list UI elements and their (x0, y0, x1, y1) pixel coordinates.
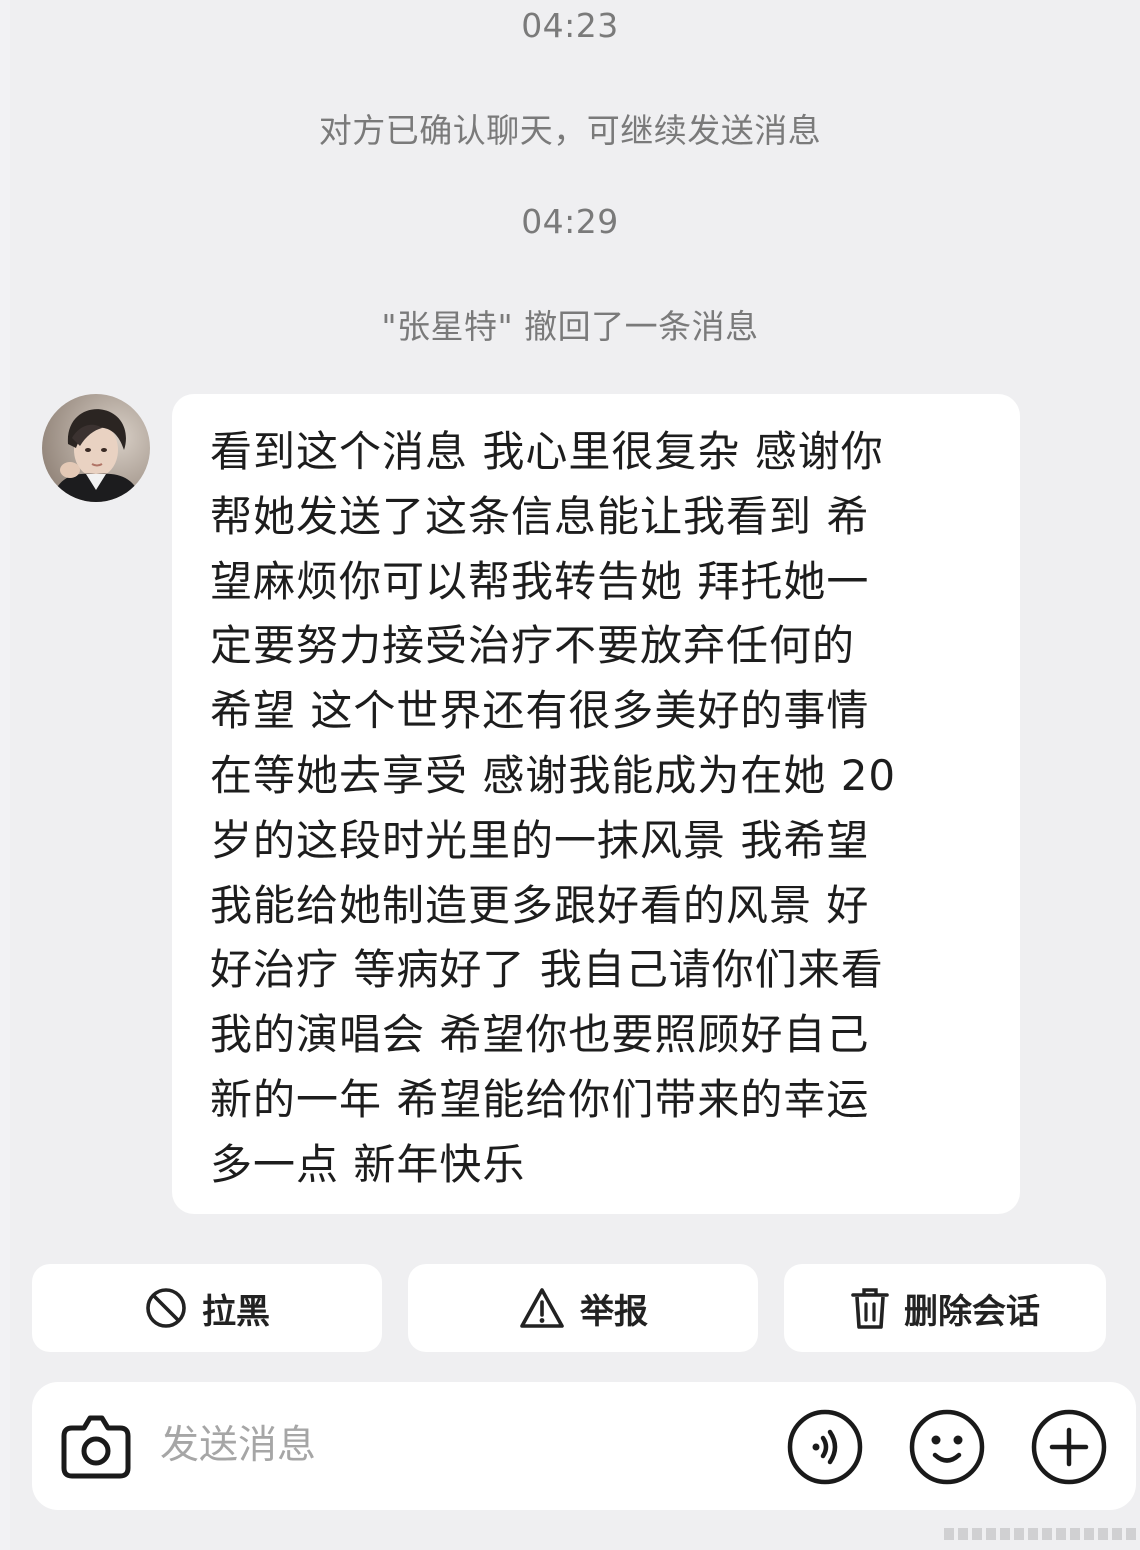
delete-chat-label: 删除会话 (904, 1291, 1040, 1332)
avatar[interactable] (42, 394, 150, 502)
message-bubble[interactable]: 看到这个消息 我心里很复杂 感谢你 帮她发送了这条信息能让我看到 希 望麻烦你可… (172, 394, 1020, 1214)
report-label: 举报 (580, 1291, 648, 1332)
camera-button[interactable] (58, 1408, 134, 1484)
voice-icon (787, 1409, 863, 1485)
message-text: 看到这个消息 我心里很复杂 感谢你 帮她发送了这条信息能让我看到 希 望麻烦你可… (210, 427, 897, 1189)
block-button[interactable]: 拉黑 (32, 1264, 382, 1352)
emoji-icon (909, 1409, 985, 1485)
timestamp: 04:29 (521, 202, 619, 241)
warning-icon (520, 1288, 564, 1328)
system-notice: 对方已确认聊天，可继续发送消息 (318, 111, 822, 150)
timestamp: 04:23 (521, 6, 619, 45)
block-icon (146, 1288, 186, 1328)
watermark-bars (944, 1528, 1136, 1540)
message-input[interactable]: 发送消息 (160, 1382, 316, 1510)
recall-notice: "张星特" 撤回了一条消息 (381, 307, 759, 346)
avatar-photo (42, 394, 150, 502)
more-button[interactable] (1030, 1408, 1108, 1486)
delete-chat-button[interactable]: 删除会话 (784, 1264, 1106, 1352)
message-composer: 发送消息 (32, 1382, 1136, 1510)
trash-icon (851, 1288, 889, 1329)
block-label: 拉黑 (202, 1291, 270, 1332)
voice-button[interactable] (786, 1408, 864, 1486)
plus-icon (1031, 1409, 1107, 1485)
emoji-button[interactable] (908, 1408, 986, 1486)
report-button[interactable]: 举报 (408, 1264, 758, 1352)
camera-icon (61, 1415, 131, 1479)
